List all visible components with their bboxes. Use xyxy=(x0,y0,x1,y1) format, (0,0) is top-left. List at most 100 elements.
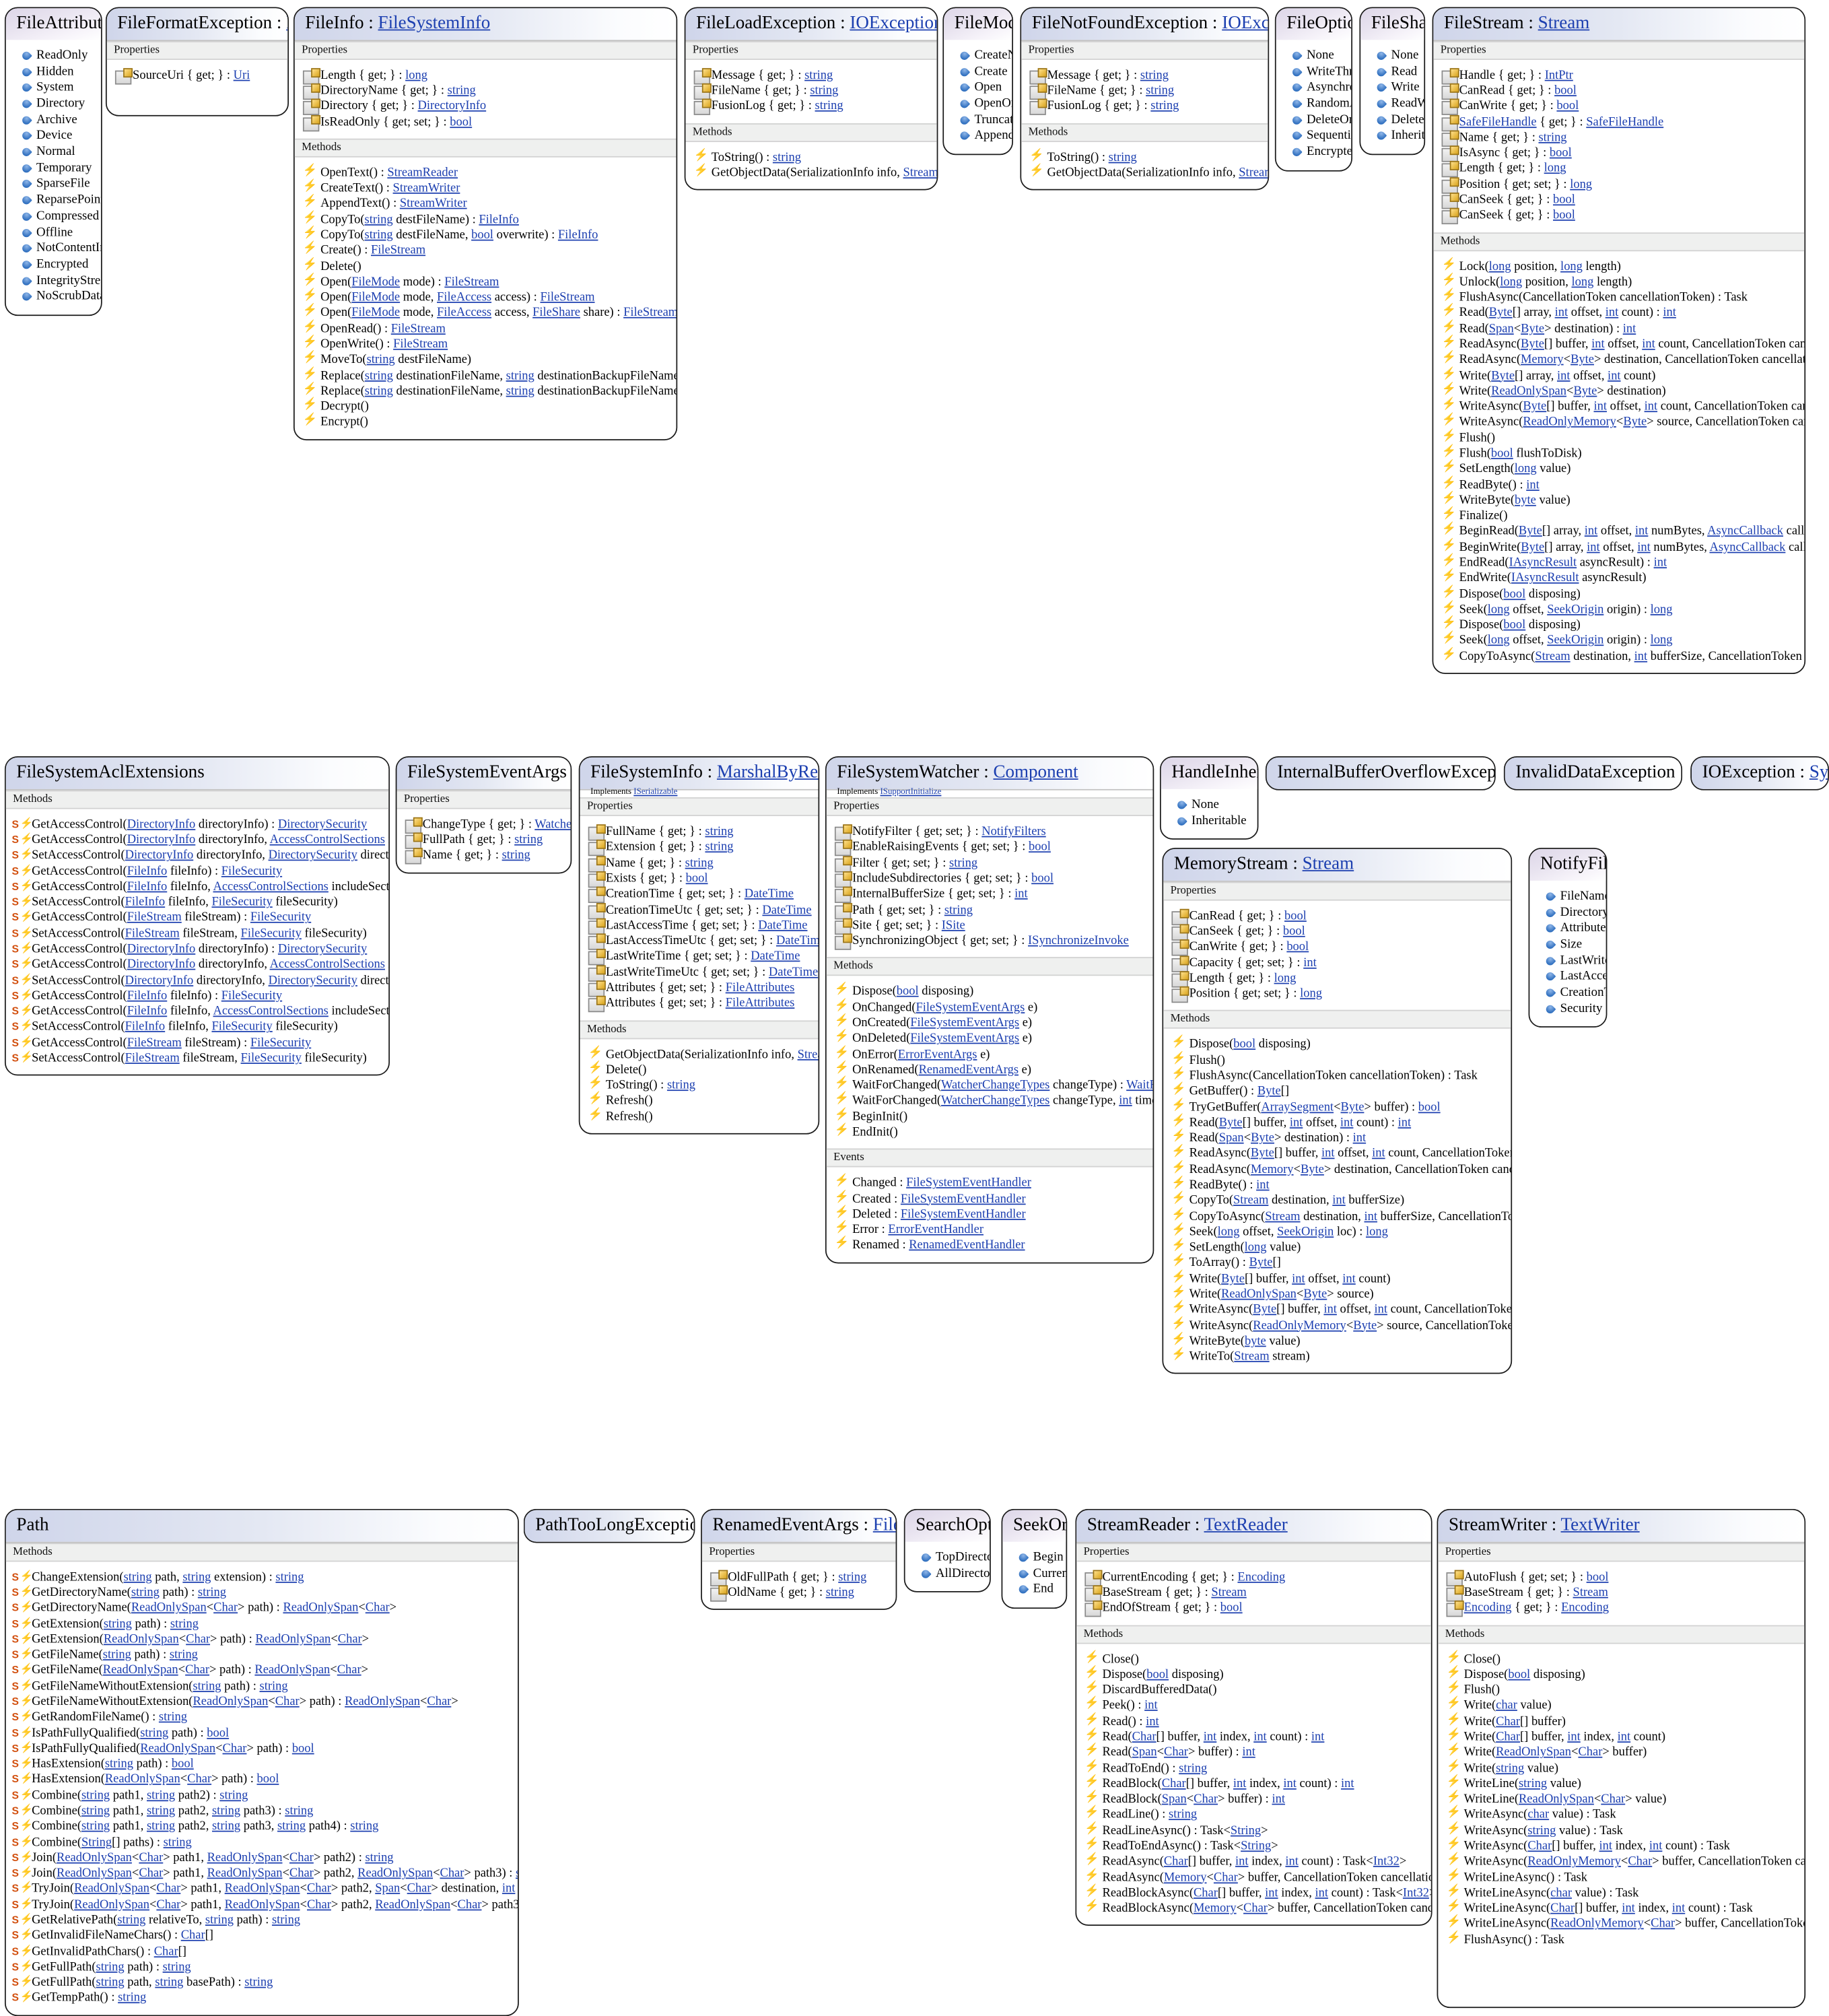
member-row[interactable]: Name { get; } : string xyxy=(1433,130,1804,145)
member-row[interactable]: AutoFlush { get; set; } : bool xyxy=(1438,1570,1804,1585)
member-row[interactable]: Open(FileMode mode, FileAccess access) :… xyxy=(295,290,677,306)
class-box-path[interactable]: PathMethodsChangeExtension(string path, … xyxy=(5,1509,519,2016)
member-row[interactable]: LastWriteTimeUtc { get; set; } : DateTim… xyxy=(580,965,818,980)
class-box-fileinfo[interactable]: FileInfo : FileSystemInfoPropertiesLengt… xyxy=(294,7,677,440)
member-row[interactable]: CurrentEncoding { get; } : Encoding xyxy=(1076,1570,1431,1585)
member-row[interactable]: CanSeek { get; } : bool xyxy=(1433,193,1804,208)
member-row[interactable]: FullPath { get; } : string xyxy=(396,833,570,848)
member-row[interactable]: GetDirectoryName(ReadOnlySpan<Char> path… xyxy=(6,1601,518,1617)
class-box-notifyfilters[interactable]: NotifyFiltersFileNameDirectoryNameAttrib… xyxy=(1529,848,1608,1028)
member-row[interactable]: GetAccessControl(FileInfo fileInfo) : Fi… xyxy=(6,864,389,879)
member-row[interactable]: InternalBufferSize { get; set; } : int xyxy=(827,887,1153,902)
member-row[interactable]: Read(Byte[] buffer, int offset, int coun… xyxy=(1163,1115,1511,1131)
member-row[interactable]: IsReadOnly { get; set; } : bool xyxy=(295,114,677,130)
member-row[interactable]: BeginWrite(Byte[] array, int offset, int… xyxy=(1433,540,1804,556)
member-row[interactable]: OpenRead() : FileStream xyxy=(295,321,677,337)
member-row[interactable]: Encrypt() xyxy=(295,415,677,430)
member-row[interactable]: ToArray() : Byte[] xyxy=(1163,1256,1511,1271)
member-row[interactable]: Read(Char[] buffer, int index, int count… xyxy=(1076,1730,1431,1745)
member-row[interactable]: CanSeek { get; } : bool xyxy=(1163,925,1511,940)
member-row[interactable]: Open(FileMode mode) : FileStream xyxy=(295,275,677,290)
member-row[interactable]: ReadAsync(Memory<Byte> destination, Canc… xyxy=(1163,1162,1511,1178)
member-row[interactable]: WriteAsync(ReadOnlyMemory<Char> buffer, … xyxy=(1438,1854,1804,1870)
member-row[interactable]: Site { get; set; } : ISite xyxy=(827,918,1153,934)
member-row[interactable]: Position { get; set; } : long xyxy=(1433,177,1804,193)
member-row[interactable]: WriteLineAsync(char value) : Task xyxy=(1438,1885,1804,1901)
enum-value[interactable]: ReparsePoint xyxy=(6,193,101,209)
member-row[interactable]: LastAccessTimeUtc { get; set; } : DateTi… xyxy=(580,934,818,949)
member-row[interactable]: Combine(string path1, string path2, stri… xyxy=(6,1819,518,1835)
member-row[interactable]: Read(Span<Byte> destination) : int xyxy=(1433,321,1804,337)
member-row[interactable]: SetLength(long value) xyxy=(1433,462,1804,477)
member-row[interactable]: Read(Span<Char> buffer) : int xyxy=(1076,1745,1431,1761)
class-box-filesystemeventargs[interactable]: FileSystemEventArgs : EventArgsPropertie… xyxy=(396,756,572,873)
member-row[interactable]: Exists { get; } : bool xyxy=(580,871,818,887)
member-row[interactable]: OldFullPath { get; } : string xyxy=(702,1570,896,1585)
class-box-filenotfoundexception[interactable]: FileNotFoundException : IOExceptionPrope… xyxy=(1020,7,1269,190)
member-row[interactable]: CreationTime { get; set; } : DateTime xyxy=(580,887,818,902)
member-row[interactable]: Close() xyxy=(1438,1652,1804,1667)
enum-value[interactable]: DirectoryName xyxy=(1529,905,1606,921)
member-row[interactable]: HasExtension(string path) : bool xyxy=(6,1757,518,1772)
member-row[interactable]: Dispose(bool disposing) xyxy=(1433,617,1804,633)
enum-value[interactable]: NoScrubData xyxy=(6,290,101,306)
member-row[interactable]: TryJoin(ReadOnlySpan<Char> path1, ReadOn… xyxy=(6,1881,518,1897)
member-row[interactable]: Message { get; } : string xyxy=(685,68,936,83)
member-row[interactable]: GetAccessControl(FileInfo fileInfo, Acce… xyxy=(6,1004,389,1019)
member-row[interactable]: CopyTo(string destFileName) : FileInfo xyxy=(295,212,677,228)
member-row[interactable]: Open(FileMode mode, FileAccess access, F… xyxy=(295,306,677,321)
member-row[interactable]: EndRead(IAsyncResult asyncResult) : int xyxy=(1433,556,1804,571)
member-row[interactable]: GetTempPath() : string xyxy=(6,1991,518,2007)
member-row[interactable]: Handle { get; } : IntPtr xyxy=(1433,68,1804,83)
class-box-seekorigin[interactable]: SeekOriginBeginCurrentEnd xyxy=(1002,1509,1068,1609)
member-row[interactable]: Replace(string destinationFileName, stri… xyxy=(295,384,677,399)
enum-value[interactable]: None xyxy=(1161,797,1257,813)
class-box-filesystemwatcher[interactable]: FileSystemWatcher : ComponentImplements … xyxy=(825,756,1154,1263)
member-row[interactable]: AppendText() : StreamWriter xyxy=(295,197,677,212)
member-row[interactable]: LastAccessTime { get; set; } : DateTime xyxy=(580,918,818,934)
enum-value[interactable]: Attributes xyxy=(1529,921,1606,937)
member-row[interactable]: Write(Byte[] array, int offset, int coun… xyxy=(1433,368,1804,384)
enum-value[interactable]: Security xyxy=(1529,1001,1606,1017)
member-row[interactable]: Flush() xyxy=(1163,1053,1511,1069)
member-row[interactable]: SafeFileHandle { get; } : SafeFileHandle xyxy=(1433,114,1804,130)
member-row[interactable]: Join(ReadOnlySpan<Char> path1, ReadOnlyS… xyxy=(6,1850,518,1866)
base-class-link[interactable]: Component xyxy=(993,762,1078,782)
enum-value[interactable]: RandomAccess xyxy=(1276,96,1352,112)
enum-value[interactable]: None xyxy=(1276,48,1352,64)
member-row[interactable]: WriteAsync(ReadOnlyMemory<Byte> source, … xyxy=(1163,1318,1511,1334)
class-box-filemode[interactable]: FileModeCreateNewCreateOpenOpenOrCreateT… xyxy=(942,7,1013,155)
enum-value[interactable]: Offline xyxy=(6,225,101,241)
member-row[interactable]: CanRead { get; } : bool xyxy=(1433,83,1804,99)
class-box-filestream[interactable]: FileStream : StreamPropertiesHandle { ge… xyxy=(1433,7,1806,673)
enum-value[interactable]: AllDirectories xyxy=(905,1566,990,1582)
interface-link[interactable]: ISupportInitialize xyxy=(880,785,941,796)
member-row[interactable]: SetAccessControl(FileStream fileStream, … xyxy=(6,1051,389,1067)
member-row[interactable]: ReadAsync(Byte[] buffer, int offset, int… xyxy=(1433,337,1804,353)
member-row[interactable]: Message { get; } : string xyxy=(1021,68,1268,83)
member-row[interactable]: WriteLineAsync(Char[] buffer, int index,… xyxy=(1438,1902,1804,1917)
member-row[interactable]: ToString() : string xyxy=(1021,150,1268,166)
enum-value[interactable]: DeleteOnClose xyxy=(1276,112,1352,129)
member-row[interactable]: Filter { get; set; } : string xyxy=(827,856,1153,871)
member-row[interactable]: ReadBlock(Span<Char> buffer) : int xyxy=(1076,1792,1431,1807)
member-row[interactable]: WriteLineAsync() : Task xyxy=(1438,1870,1804,1885)
member-row[interactable]: GetObjectData(SerializationInfo info, St… xyxy=(580,1047,818,1063)
member-row[interactable]: NotifyFilter { get; set; } : NotifyFilte… xyxy=(827,825,1153,840)
member-row[interactable]: Read(Span<Byte> destination) : int xyxy=(1163,1131,1511,1147)
enum-value[interactable]: Write xyxy=(1360,80,1424,96)
base-class-link[interactable]: FileSystemEventArgs xyxy=(873,1515,897,1535)
enum-value[interactable]: Delete xyxy=(1360,112,1424,129)
member-row[interactable]: TryGetBuffer(ArraySegment<Byte> buffer) … xyxy=(1163,1100,1511,1115)
member-row[interactable]: OnCreated(FileSystemEventArgs e) xyxy=(827,1015,1153,1031)
member-row[interactable]: GetBuffer() : Byte[] xyxy=(1163,1084,1511,1100)
enum-value[interactable]: Size xyxy=(1529,937,1606,953)
enum-value[interactable]: Current xyxy=(1002,1566,1066,1582)
member-row[interactable]: HasExtension(ReadOnlySpan<Char> path) : … xyxy=(6,1772,518,1788)
member-row[interactable]: Delete() xyxy=(295,259,677,275)
class-box-invaliddataexception[interactable]: InvalidDataException : SystemException xyxy=(1504,756,1682,790)
member-row[interactable]: Changed : FileSystemEventHandler xyxy=(827,1176,1153,1191)
member-row[interactable]: Write(Char[] buffer, int index, int coun… xyxy=(1438,1730,1804,1745)
member-row[interactable]: Flush(bool flushToDisk) xyxy=(1433,446,1804,462)
member-row[interactable]: GetAccessControl(FileStream fileStream) … xyxy=(6,1036,389,1051)
